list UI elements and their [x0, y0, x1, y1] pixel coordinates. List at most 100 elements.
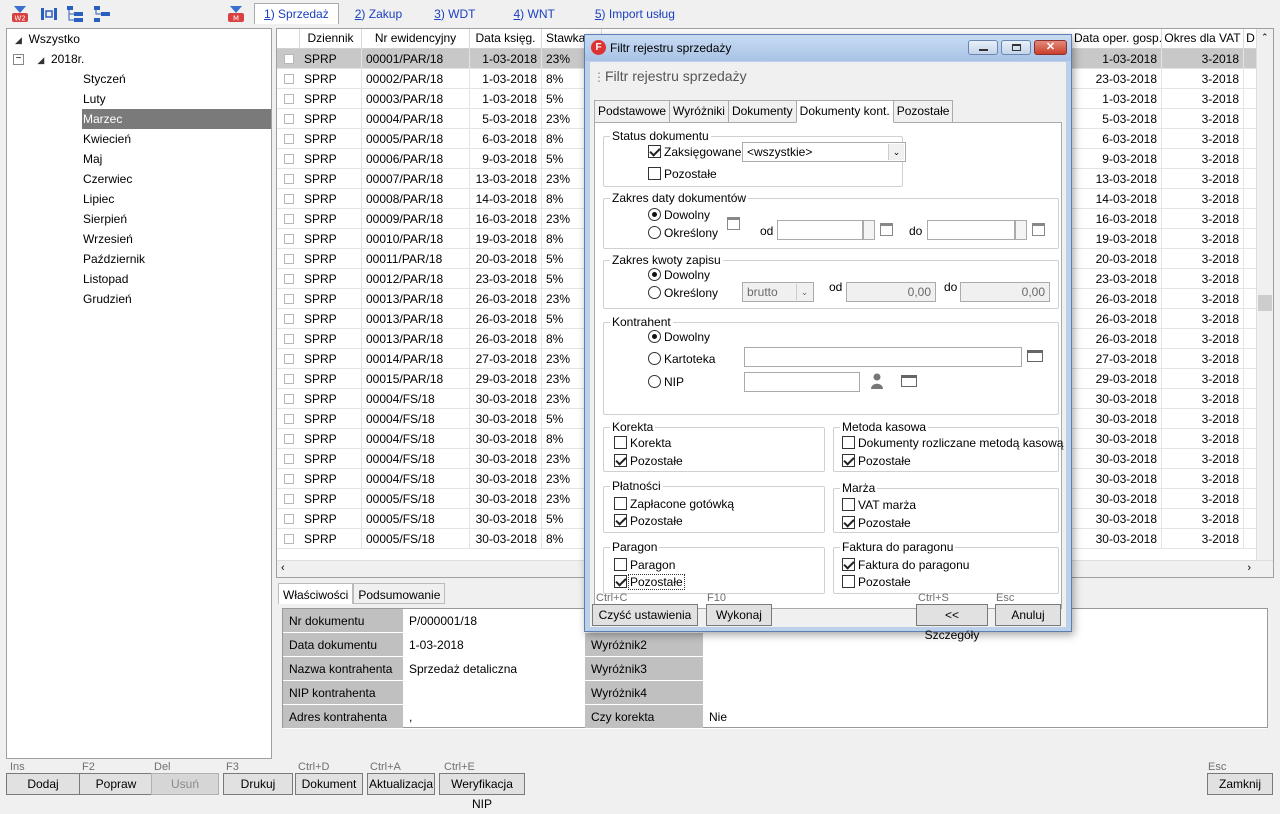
scroll-thumb[interactable] — [1258, 295, 1272, 311]
folder-icon[interactable] — [1027, 350, 1043, 362]
run-button[interactable]: Wykonaj — [706, 604, 772, 626]
col-okres-vat[interactable]: Okres dla VAT — [1162, 29, 1244, 49]
paragon-pozostale-checkbox[interactable] — [614, 575, 627, 588]
col-data-oper[interactable]: Data oper. gosp. — [1074, 29, 1162, 49]
kwoty-od-input[interactable]: 0,00 — [846, 282, 936, 302]
period-tree[interactable]: ◢ Wszystko − ◢ 2018r. Styczeń Luty Marzec K… — [6, 28, 272, 759]
row-checkbox[interactable] — [284, 494, 294, 504]
expanded-triangle-icon[interactable]: ◢ — [15, 35, 22, 45]
row-checkbox[interactable] — [284, 434, 294, 444]
calendar-icon[interactable] — [1032, 223, 1045, 236]
tree-month-item[interactable]: Marzec — [82, 109, 271, 129]
tree-month-item[interactable]: Lipiec — [82, 189, 114, 209]
edit-button[interactable]: Popraw — [79, 773, 153, 795]
row-checkbox[interactable] — [284, 514, 294, 524]
tree-month-item[interactable]: Kwiecień — [82, 129, 131, 149]
row-checkbox[interactable] — [284, 94, 294, 104]
row-checkbox[interactable] — [284, 394, 294, 404]
gotowka-checkbox[interactable] — [614, 497, 627, 510]
add-button[interactable]: Dodaj — [6, 773, 80, 795]
kontrahent-nip-radio[interactable] — [648, 375, 661, 388]
tab-wdt[interactable]: 3) WDT — [424, 3, 485, 24]
row-checkbox[interactable] — [284, 314, 294, 324]
tab-sprzedaz[interactable]: 1) Sprzedaż — [254, 3, 339, 24]
row-checkbox[interactable] — [284, 354, 294, 364]
dtab-wyrozniki[interactable]: Wyróżniki — [669, 100, 729, 123]
tree-month-item[interactable]: Styczeń — [82, 69, 126, 89]
daty-do-input[interactable] — [927, 220, 1015, 240]
kartoteka-input[interactable] — [744, 347, 1022, 367]
daty-od-spinner[interactable] — [863, 220, 875, 240]
row-checkbox[interactable] — [284, 194, 294, 204]
faktura-checkbox[interactable] — [842, 558, 855, 571]
tab-zakup[interactable]: 2) Zakup — [345, 3, 412, 24]
grid-vscrollbar[interactable]: ⌃ — [1256, 29, 1273, 577]
row-checkbox[interactable] — [284, 174, 294, 184]
row-checkbox[interactable] — [284, 54, 294, 64]
col-dziennik[interactable]: Dziennik — [300, 29, 362, 49]
row-checkbox[interactable] — [284, 214, 294, 224]
status-pozostale-checkbox[interactable] — [648, 167, 661, 180]
scroll-up-icon[interactable]: ⌃ — [1261, 32, 1269, 43]
kontrahent-dowolny-radio[interactable] — [648, 330, 661, 343]
tree-month-item[interactable]: Maj — [82, 149, 102, 169]
update-button[interactable]: Aktualizacja — [367, 773, 435, 795]
row-checkbox[interactable] — [284, 454, 294, 464]
metoda-pozostale-checkbox[interactable] — [842, 454, 855, 467]
row-checkbox[interactable] — [284, 414, 294, 424]
kwoty-dowolny-radio[interactable] — [648, 268, 661, 281]
marza-pozostale-checkbox[interactable] — [842, 516, 855, 529]
verify-nip-button[interactable]: Weryfikacja NIP — [439, 773, 525, 811]
daty-dowolny-radio[interactable] — [648, 208, 661, 221]
tree-month-item[interactable]: Październik — [82, 249, 145, 269]
minimize-button[interactable] — [968, 40, 998, 55]
korekta-checkbox[interactable] — [614, 436, 627, 449]
tree-expand-icon[interactable] — [66, 5, 84, 23]
calendar-icon[interactable] — [727, 217, 740, 230]
row-checkbox[interactable] — [284, 254, 294, 264]
tab-wnt[interactable]: 4) WNT — [503, 3, 564, 24]
tree-year[interactable]: − ◢ 2018r. — [13, 49, 84, 69]
row-checkbox[interactable] — [284, 274, 294, 284]
korekta-pozostale-checkbox[interactable] — [614, 454, 627, 467]
delete-button[interactable]: Usuń — [151, 773, 219, 795]
expanded-triangle-icon[interactable]: ◢ — [37, 55, 44, 65]
row-checkbox[interactable] — [284, 154, 294, 164]
vat-marza-checkbox[interactable] — [842, 498, 855, 511]
daty-do-spinner[interactable] — [1015, 220, 1027, 240]
dtab-podstawowe[interactable]: Podstawowe — [594, 100, 671, 123]
row-checkbox[interactable] — [284, 374, 294, 384]
row-checkbox[interactable] — [284, 74, 294, 84]
close-button[interactable]: Zamknij — [1207, 773, 1273, 795]
tree-month-item[interactable]: Wrzesień — [82, 229, 133, 249]
columns-icon[interactable] — [40, 5, 58, 23]
tree-month-item[interactable]: Czerwiec — [82, 169, 132, 189]
paragon-checkbox[interactable] — [614, 558, 627, 571]
tree-month-item[interactable]: Listopad — [82, 269, 128, 289]
platnosci-pozostale-checkbox[interactable] — [614, 514, 627, 527]
folder-icon[interactable] — [901, 375, 917, 387]
tree-collapse-icon[interactable] — [93, 5, 111, 23]
w2-icon[interactable]: W2 — [11, 5, 29, 23]
zaksiegowane-checkbox[interactable] — [648, 145, 661, 158]
dtab-dokumenty[interactable]: Dokumenty — [727, 100, 797, 123]
chevron-down-icon[interactable]: ⌄ — [888, 144, 904, 160]
row-checkbox[interactable] — [284, 134, 294, 144]
col-data-ksieg[interactable]: Data księg. — [470, 29, 542, 49]
kwoty-do-input[interactable]: 0,00 — [960, 282, 1050, 302]
tree-month-item[interactable]: Luty — [82, 89, 106, 109]
dialog-titlebar[interactable]: F Filtr rejestru sprzedaży ✕ — [585, 35, 1071, 61]
row-checkbox[interactable] — [284, 114, 294, 124]
tab-podsumowanie[interactable]: Podsumowanie — [353, 583, 446, 604]
close-x-button[interactable]: ✕ — [1034, 40, 1067, 55]
tree-month-item[interactable]: Grudzień — [82, 289, 132, 309]
clear-settings-button[interactable]: Czyść ustawienia — [592, 604, 698, 626]
daty-od-input[interactable] — [777, 220, 863, 240]
scroll-right-icon[interactable]: › — [1247, 562, 1251, 574]
tab-wlasciwosci[interactable]: Właściwości — [278, 583, 354, 604]
cancel-button[interactable]: Anuluj — [995, 604, 1061, 626]
nip-input[interactable] — [744, 372, 860, 392]
dtab-pozostale[interactable]: Pozostałe — [892, 100, 954, 123]
maximize-button[interactable] — [1001, 40, 1031, 55]
print-button[interactable]: Drukuj — [223, 773, 293, 795]
